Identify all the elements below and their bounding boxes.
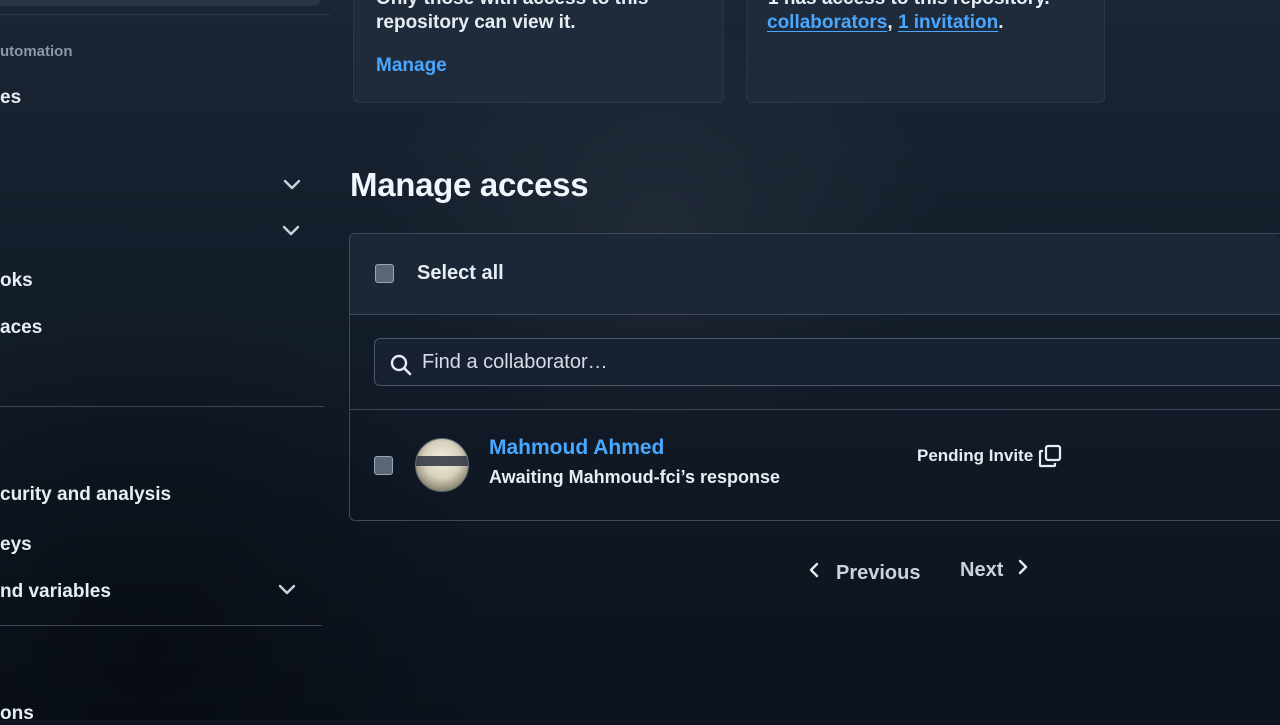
collaborator-name-link[interactable]: Mahmoud Ahmed <box>489 436 664 460</box>
chevron-left-icon <box>808 561 820 585</box>
sidebar-divider <box>0 14 330 15</box>
sidebar-divider <box>0 406 324 407</box>
sidebar-item-security-analysis[interactable]: curity and analysis <box>0 484 171 506</box>
collaborator-status: Awaiting Mahmoud-fci’s response <box>489 467 781 487</box>
copy-icon[interactable] <box>1038 444 1064 468</box>
avatar <box>415 438 469 492</box>
sidebar-group-automation: utomation <box>0 43 73 60</box>
sidebar-item-codespaces[interactable]: aces <box>0 317 42 339</box>
visibility-text-line2: repository can view it. <box>376 12 576 33</box>
collaborators-link[interactable]: collaborators <box>767 12 887 33</box>
chevron-down-icon[interactable] <box>277 583 297 597</box>
previous-label: Previous <box>836 561 921 584</box>
chevron-right-icon <box>1017 558 1029 582</box>
collaborator-checkbox[interactable] <box>374 456 393 475</box>
sidebar-item-deploy-keys[interactable]: eys <box>0 534 32 556</box>
search-icon <box>389 353 413 377</box>
sidebar-item-integrations[interactable]: ons <box>0 703 34 725</box>
visibility-text-line1: Only those with access to this <box>376 0 648 10</box>
sidebar-top-card <box>0 0 320 6</box>
select-all-label[interactable]: Select all <box>417 262 504 285</box>
sidebar-item-webhooks[interactable]: oks <box>0 270 33 292</box>
pending-invite-label: Pending Invite <box>917 446 1034 465</box>
sidebar-item-environments[interactable]: es <box>0 87 21 109</box>
chevron-down-icon[interactable] <box>281 224 301 238</box>
manage-visibility-link[interactable]: Manage <box>376 55 447 77</box>
select-all-checkbox[interactable] <box>375 264 394 283</box>
access-text-line1: 1 has access to this repository. <box>768 0 1050 10</box>
next-page-button[interactable]: Next <box>960 558 1029 582</box>
sidebar-divider <box>0 625 322 626</box>
next-label: Next <box>960 558 1004 581</box>
invitation-link[interactable]: 1 invitation <box>898 12 998 33</box>
access-text-line2: collaborators, 1 invitation. <box>767 12 1004 33</box>
page-title: Manage access <box>350 166 589 203</box>
chevron-down-icon[interactable] <box>282 178 302 192</box>
search-input[interactable] <box>420 344 1124 380</box>
previous-page-button[interactable]: Previous <box>808 561 920 585</box>
sidebar-item-secrets-variables[interactable]: nd variables <box>0 581 111 603</box>
list-divider <box>350 409 1280 410</box>
